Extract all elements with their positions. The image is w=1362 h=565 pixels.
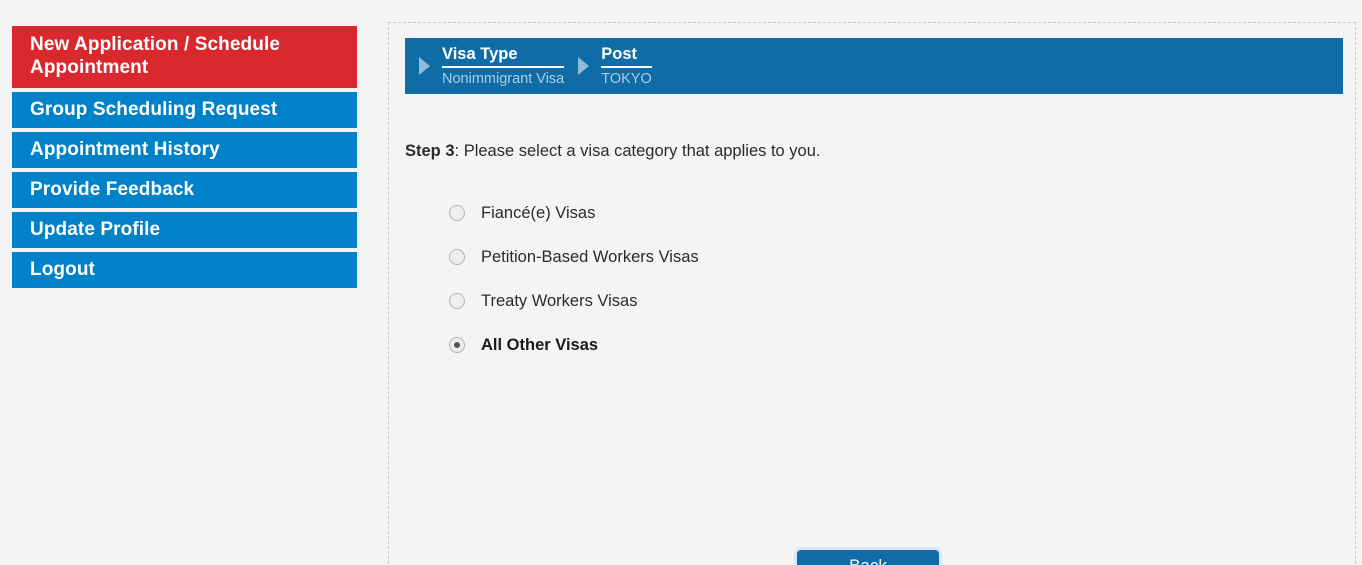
back-button[interactable]: Back [794,547,942,565]
radio-option-fianc-e-visas[interactable]: Fiancé(e) Visas [449,191,699,235]
sidebar-item-group-scheduling-request[interactable]: Group Scheduling Request [12,92,357,128]
step-label: Step 3 [405,142,455,160]
breadcrumb-text-post: Post TOKYO [601,44,652,89]
breadcrumb-value-visa-type: Nonimmigrant Visa [442,70,565,87]
breadcrumb: Visa Type Nonimmigrant Visa Post TOKYO [405,38,1343,94]
sidebar-item-update-profile[interactable]: Update Profile [12,212,357,248]
radio-button-all-other-visas[interactable] [449,337,465,353]
sidebar-item-provide-feedback[interactable]: Provide Feedback [12,172,357,208]
radio-button-petition-based-workers-visas[interactable] [449,249,465,265]
radio-label-all-other-visas: All Other Visas [481,335,599,354]
radio-label-treaty-workers-visas: Treaty Workers Visas [481,291,638,310]
radio-button-fianc-e-visas[interactable] [449,205,465,221]
sidebar-item-new-application-schedule-appointment[interactable]: New Application / Schedule Appointment [12,26,357,88]
breadcrumb-label-visa-type: Visa Type [442,44,565,68]
breadcrumb-text-visa-type: Visa Type Nonimmigrant Visa [442,44,565,89]
radio-option-treaty-workers-visas[interactable]: Treaty Workers Visas [449,279,699,323]
breadcrumb-step-visa-type[interactable]: Visa Type Nonimmigrant Visa [405,38,565,94]
radio-button-treaty-workers-visas[interactable] [449,293,465,309]
step-text: : Please select a visa category that app… [454,142,821,160]
step-instruction: Step 3: Please select a visa category th… [405,141,821,161]
sidebar-item-logout[interactable]: Logout [12,252,357,288]
visa-category-radio-group: Fiancé(e) Visas Petition-Based Workers Vi… [449,191,699,367]
breadcrumb-label-post: Post [601,44,652,68]
radio-option-all-other-visas[interactable]: All Other Visas [449,323,699,367]
radio-label-fianc-e-visas: Fiancé(e) Visas [481,203,596,222]
page-root: New Application / Schedule Appointment Gr… [0,0,1362,565]
breadcrumb-step-post[interactable]: Post TOKYO [564,38,652,94]
content-panel: Visa Type Nonimmigrant Visa Post TOKYO Step… [388,22,1356,565]
sidebar-item-appointment-history[interactable]: Appointment History [12,132,357,168]
radio-label-petition-based-workers-visas: Petition-Based Workers Visas [481,247,699,266]
triangle-right-icon [578,57,590,75]
triangle-right-icon [419,57,430,75]
breadcrumb-value-post: TOKYO [601,70,652,87]
sidebar-navigation: New Application / Schedule Appointment Gr… [12,26,357,292]
radio-option-petition-based-workers-visas[interactable]: Petition-Based Workers Visas [449,235,699,279]
